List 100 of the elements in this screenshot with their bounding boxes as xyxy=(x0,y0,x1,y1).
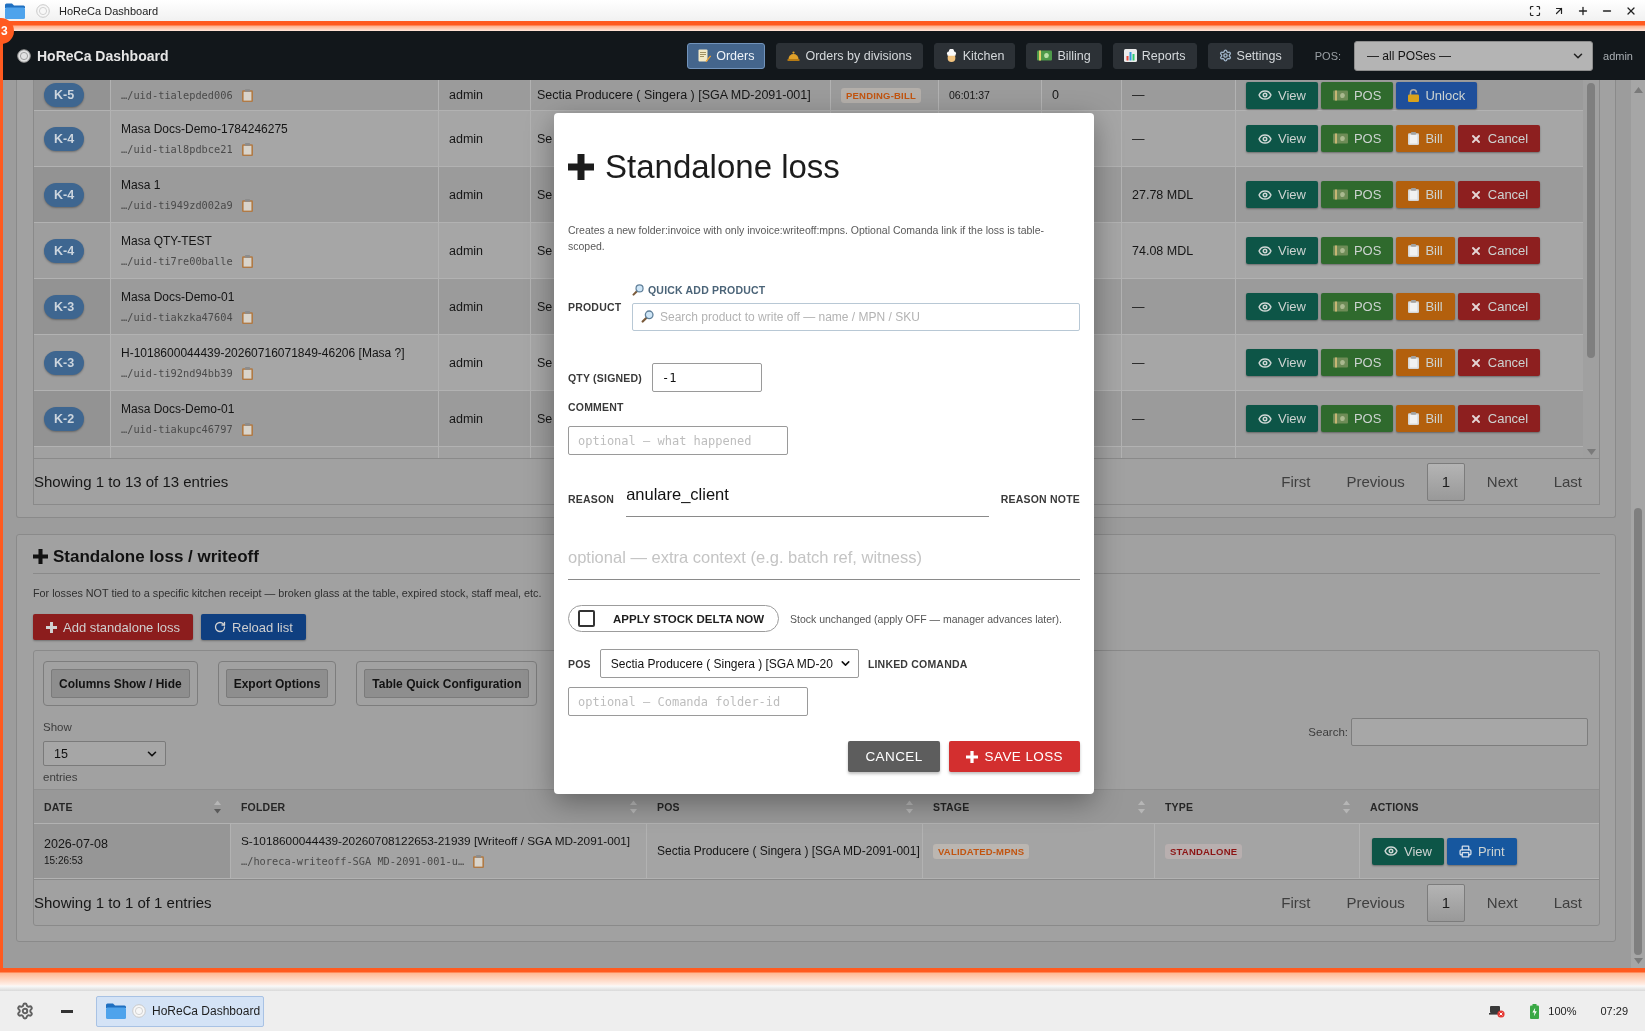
cancel-button[interactable]: Cancel xyxy=(1457,293,1541,320)
nav-tab[interactable]: Orders by divisions xyxy=(776,42,923,69)
settings-icon xyxy=(1218,49,1232,62)
bell-icon xyxy=(787,49,801,62)
nav-tab[interactable]: Billing xyxy=(1026,42,1102,69)
toolbar-button[interactable]: Export Options xyxy=(225,669,329,698)
comanda-field[interactable]: optional — Comanda folder-id xyxy=(568,687,808,716)
pos-select[interactable]: — all POSes — xyxy=(1354,40,1594,71)
cancel-button[interactable]: Cancel xyxy=(1457,405,1541,432)
page-button[interactable]: 1 xyxy=(1426,462,1465,501)
quantity-field[interactable]: -1 xyxy=(651,363,762,392)
reason-note-field[interactable]: optional — extra context (e.g. batch ref, witness) xyxy=(568,538,1080,580)
page-button[interactable]: First xyxy=(1267,883,1325,922)
view-button[interactable]: View xyxy=(1246,349,1318,376)
column-header[interactable]: DATE xyxy=(34,790,231,823)
bill-button[interactable]: Bill xyxy=(1396,125,1455,152)
entries-summary: Showing 1 to 1 of 1 entries xyxy=(34,894,212,911)
column-header[interactable]: TYPE xyxy=(1155,790,1360,823)
search-field[interactable] xyxy=(1351,718,1588,746)
plus-icon[interactable] xyxy=(1577,4,1589,17)
fullscreen-icon[interactable] xyxy=(1529,4,1541,17)
column-header[interactable]: POS xyxy=(647,790,923,823)
column-header[interactable]: STAGE xyxy=(923,790,1155,823)
scrollbar[interactable] xyxy=(1631,80,1645,968)
folder-name: Masa QTY-TEST xyxy=(121,233,212,249)
reload-button[interactable]: Reload list xyxy=(201,614,306,640)
pos-button[interactable]: POS xyxy=(1320,293,1394,320)
cross-icon xyxy=(1469,356,1482,369)
folder-path: …/uid-tiakzka47604 xyxy=(121,310,233,324)
field-label: LINKED COMANDA xyxy=(867,657,968,670)
page-button[interactable]: Next xyxy=(1472,462,1532,501)
page-button[interactable]: Last xyxy=(1539,462,1596,501)
view-button[interactable]: View xyxy=(1246,125,1318,152)
field-label: QTY (SIGNED) xyxy=(568,371,642,384)
folder-name: Masa Docs-Demo-01 xyxy=(121,401,235,417)
time-text: 15:26:53 xyxy=(44,854,84,866)
cancel-button[interactable]: Cancel xyxy=(1457,349,1541,376)
toolbar-button[interactable]: Columns Show / Hide xyxy=(51,669,190,698)
pos-button[interactable]: POS xyxy=(1320,181,1394,208)
view-button[interactable]: View xyxy=(1246,81,1318,109)
stock-delta-toggle[interactable]: APPLY STOCK DELTA NOW xyxy=(568,605,779,632)
comment-field[interactable]: optional — what happened xyxy=(568,426,788,455)
plate-icon xyxy=(36,3,50,18)
page-button[interactable]: First xyxy=(1267,462,1325,501)
field-label: REASON NOTE xyxy=(1000,493,1080,505)
save-button[interactable]: SAVE LOSS xyxy=(948,741,1080,772)
pos-name: Se xyxy=(537,187,553,202)
nav-tab[interactable]: Settings xyxy=(1207,42,1293,69)
window-title: HoReCa Dashboard xyxy=(59,4,159,17)
ticket-badge: K-3 xyxy=(44,294,85,319)
amount-value: — xyxy=(1132,355,1145,370)
bill-button[interactable]: Bill xyxy=(1396,181,1455,208)
quick-add-button[interactable]: QUICK ADD PRODUCT xyxy=(632,283,766,297)
view-button[interactable]: View xyxy=(1246,293,1318,320)
cancel-button[interactable]: CANCEL xyxy=(848,741,940,772)
page-button[interactable]: Last xyxy=(1539,883,1596,922)
bill-button[interactable]: Bill xyxy=(1396,405,1455,432)
bill-button[interactable]: Bill xyxy=(1396,237,1455,264)
page-button[interactable]: 1 xyxy=(1426,883,1465,922)
view-button[interactable]: View xyxy=(1246,237,1318,264)
column-header[interactable]: FOLDER xyxy=(231,790,647,823)
task-button[interactable]: HoReCa Dashboard xyxy=(96,995,264,1027)
reason-field[interactable]: anulare_client xyxy=(626,481,989,517)
page-size-select[interactable]: 15 xyxy=(43,741,166,766)
pos-button[interactable]: POS xyxy=(1320,405,1394,432)
pos-button[interactable]: POS xyxy=(1320,349,1394,376)
cancel-button[interactable]: Cancel xyxy=(1457,125,1541,152)
field-label: POS xyxy=(568,657,591,670)
cancel-button[interactable]: Cancel xyxy=(1457,181,1541,208)
product-search-field[interactable]: Search product to write off — name / MPN / SKU xyxy=(632,303,1080,331)
add-loss-button[interactable]: Add standalone loss xyxy=(33,614,194,640)
page-button[interactable]: Previous xyxy=(1332,883,1419,922)
view-button[interactable]: View xyxy=(1246,181,1318,208)
bill-button[interactable]: Bill xyxy=(1396,349,1455,376)
pos-select[interactable]: Sectia Producere ( Singera ) [SGA MD-20 xyxy=(599,649,859,678)
nav-tab[interactable]: Orders xyxy=(687,42,766,69)
settings-icon[interactable] xyxy=(16,1002,34,1020)
pos-name: Se xyxy=(537,411,553,426)
view-button[interactable]: View xyxy=(1372,837,1444,865)
nav-tab[interactable]: Kitchen xyxy=(933,42,1016,69)
pos-button[interactable]: POS xyxy=(1320,81,1394,109)
clipboard-icon xyxy=(1408,300,1420,313)
print-button[interactable]: Print xyxy=(1446,837,1517,865)
nav-tab[interactable]: Reports xyxy=(1112,42,1197,69)
page-button[interactable]: Next xyxy=(1472,883,1532,922)
pos-name: Se xyxy=(537,355,553,370)
pos-button[interactable]: POS xyxy=(1320,237,1394,264)
toolbar-button[interactable]: Table Quick Configuration xyxy=(364,669,530,698)
minimize-icon[interactable] xyxy=(61,1009,73,1013)
unlock-button[interactable]: Unlock xyxy=(1396,81,1478,109)
view-button[interactable]: View xyxy=(1246,405,1318,432)
bill-button[interactable]: Bill xyxy=(1396,293,1455,320)
checkbox[interactable] xyxy=(578,610,595,627)
user-name: admin xyxy=(449,411,484,426)
scrollbar-thumb[interactable] xyxy=(1634,508,1642,955)
pos-name: Se xyxy=(537,299,553,314)
page-button[interactable]: Previous xyxy=(1332,462,1419,501)
cancel-button[interactable]: Cancel xyxy=(1457,237,1541,264)
scrollbar-thumb[interactable] xyxy=(1587,83,1595,358)
pos-button[interactable]: POS xyxy=(1320,125,1394,152)
